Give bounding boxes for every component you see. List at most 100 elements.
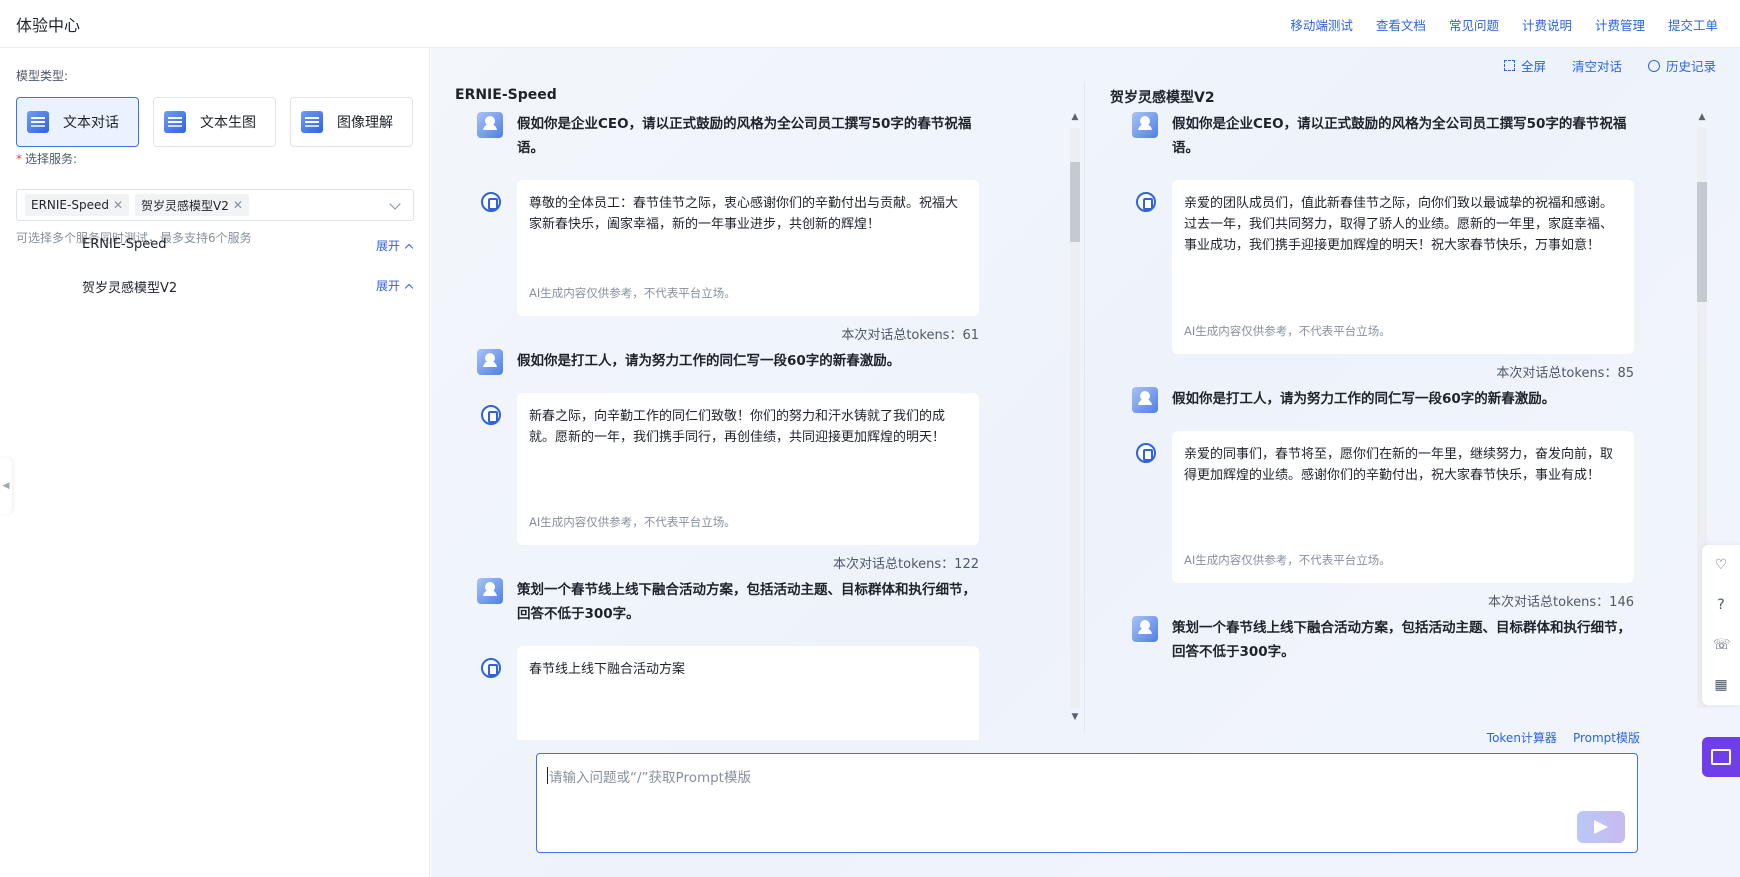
service-name: 贺岁灵感模型V2	[82, 281, 178, 296]
help-icon[interactable]: ?	[1713, 597, 1729, 613]
chat-support-button[interactable]	[1702, 737, 1740, 777]
token-calculator-link[interactable]: Token计算器	[1487, 729, 1557, 746]
close-icon[interactable]: ✕	[233, 198, 243, 212]
chat-toolbar: 全屏 清空对话 历史记录	[1503, 56, 1716, 75]
question-text: 策划一个春节线上线下融合活动方案，包括活动主题、目标群体和执行细节，回答不低于3…	[1172, 620, 1631, 660]
answer-bubble: 春节线上线下融合活动方案	[517, 646, 979, 740]
token-count: 本次对话总tokens：122	[833, 557, 979, 572]
answer-text: 新春之际，向辛勤工作的同仁们致敬！你们的努力和汗水铸就了我们的成就。愿新的一年，…	[529, 409, 946, 445]
answer-text: 春节线上线下融合活动方案	[529, 662, 686, 677]
service-tag-label: ERNIE-Speed	[31, 198, 109, 212]
chat-column-ernie: ERNIE-Speed 假如你是企业CEO，请以正式鼓励的风格为全公司员工撰写5…	[431, 82, 1080, 744]
heart-icon[interactable]: ♡	[1713, 557, 1729, 573]
model-type-text-chat[interactable]: 文本对话	[16, 97, 139, 147]
image-gen-icon	[164, 111, 186, 133]
prompt-input-placeholder: 请输入问题或“/”获取Prompt模版	[547, 766, 751, 786]
chevron-up-icon	[404, 243, 414, 253]
bot-message: 春节线上线下融合活动方案	[431, 646, 1031, 740]
user-avatar-icon	[1132, 387, 1158, 413]
model-type-cards: 文本对话 文本生图 图像理解	[16, 97, 413, 147]
nav-faq[interactable]: 常见问题	[1449, 15, 1499, 34]
model-type-label-text: 文本对话	[63, 115, 119, 131]
disclaimer: AI生成内容仅供参考，不代表平台立场。	[1184, 324, 1391, 338]
composer-links: Token计算器 Prompt模版	[1487, 729, 1640, 746]
fullscreen-icon	[1503, 60, 1515, 71]
service-select[interactable]: ERNIE-Speed ✕ 贺岁灵感模型V2 ✕	[16, 189, 414, 221]
bot-logo-icon	[481, 658, 501, 678]
question-text: 假如你是企业CEO，请以正式鼓励的风格为全公司员工撰写50字的春节祝福语。	[517, 116, 972, 156]
service-row-ernie: ERNIE-Speed 展开	[0, 234, 430, 258]
close-icon[interactable]: ✕	[113, 198, 123, 212]
service-tag: 贺岁灵感模型V2 ✕	[135, 194, 249, 216]
history-label: 历史记录	[1665, 59, 1716, 74]
collapse-sidebar-button[interactable]: ◀	[0, 458, 12, 514]
image-understand-icon	[301, 111, 323, 133]
phone-icon[interactable]: ☏	[1713, 637, 1731, 653]
answer-bubble: 尊敬的全体员工：春节佳节之际，衷心感谢你们的辛勤付出与贡献。祝福大家新春快乐，阖…	[517, 180, 979, 316]
user-message: 策划一个春节线上线下融合活动方案，包括活动主题、目标群体和执行细节，回答不低于3…	[431, 578, 1031, 626]
answer-text: 尊敬的全体员工：春节佳节之际，衷心感谢你们的辛勤付出与贡献。祝福大家新春快乐，阖…	[529, 196, 959, 232]
left-panel: 模型类型: 文本对话 文本生图 图像理解 * 选择服务: ERNIE-Speed ✕…	[0, 48, 430, 877]
clock-icon	[1647, 59, 1660, 72]
question-text: 假如你是打工人，请为努力工作的同仁写一段60字的新春激励。	[517, 353, 901, 369]
column-title: ERNIE-Speed	[455, 87, 557, 103]
model-type-image-understanding[interactable]: 图像理解	[290, 97, 413, 147]
prompt-input[interactable]: 请输入问题或“/”获取Prompt模版	[536, 753, 1638, 853]
page-title: 体验中心	[16, 15, 81, 35]
bot-logo-icon	[1136, 192, 1156, 212]
column-title: 贺岁灵感模型V2	[1110, 90, 1215, 106]
scroll-thumb[interactable]	[1697, 182, 1707, 302]
fullscreen-label: 全屏	[1520, 59, 1546, 74]
token-count: 本次对话总tokens：85	[1496, 366, 1634, 381]
grid-icon[interactable]: ▦	[1713, 677, 1729, 693]
model-type-label-text: 图像理解	[337, 115, 393, 131]
user-avatar-icon	[1132, 112, 1158, 138]
chat-scroll-area[interactable]: 假如你是企业CEO，请以正式鼓励的风格为全公司员工撰写50字的春节祝福语。 亲爱…	[1086, 112, 1686, 740]
send-button[interactable]	[1577, 811, 1625, 843]
answer-bubble: 亲爱的同事们，春节将至，愿你们在新的一年里，继续努力，奋发向前，取得更加辉煌的业…	[1172, 431, 1634, 583]
chat-scroll-area[interactable]: 假如你是企业CEO，请以正式鼓励的风格为全公司员工撰写50字的春节祝福语。 尊敬…	[431, 112, 1031, 740]
scroll-down-icon[interactable]: ▼	[1070, 712, 1080, 722]
answer-bubble: 新春之际，向辛勤工作的同仁们致敬！你们的努力和汗水铸就了我们的成就。愿新的一年，…	[517, 393, 979, 545]
user-avatar-icon	[1132, 616, 1158, 642]
history-button[interactable]: 历史记录	[1647, 56, 1716, 75]
nav-billing-manage[interactable]: 计费管理	[1595, 15, 1645, 34]
prompt-template-link[interactable]: Prompt模版	[1573, 729, 1640, 746]
service-tag-label: 贺岁灵感模型V2	[141, 198, 229, 213]
required-mark: *	[16, 152, 22, 166]
answer-bubble: 亲爱的团队成员们，值此新春佳节之际，向你们致以最诚挚的祝福和感谢。过去一年，我们…	[1172, 180, 1634, 354]
column-divider	[1084, 82, 1085, 732]
disclaimer: AI生成内容仅供参考，不代表平台立场。	[1184, 553, 1391, 567]
expand-label: 展开	[375, 279, 400, 293]
question-text: 假如你是企业CEO，请以正式鼓励的风格为全公司员工撰写50字的春节祝福语。	[1172, 116, 1627, 156]
scrollbar[interactable]: ▲ ▼	[1067, 112, 1081, 724]
main-area: 全屏 清空对话 历史记录 ERNIE-Speed 假如你是企业CEO，请以正式鼓…	[431, 48, 1740, 877]
expand-button[interactable]: 展开	[376, 237, 414, 254]
nav-mobile-test[interactable]: 移动端测试	[1290, 15, 1353, 34]
top-header: 体验中心 移动端测试 查看文档 常见问题 计费说明 计费管理 提交工单	[0, 0, 1740, 48]
model-type-text-to-image[interactable]: 文本生图	[153, 97, 276, 147]
scroll-up-icon[interactable]: ▲	[1070, 112, 1080, 122]
nav-billing-info[interactable]: 计费说明	[1522, 15, 1572, 34]
user-message: 假如你是打工人，请为努力工作的同仁写一段60字的新春激励。	[1086, 387, 1686, 413]
token-count: 本次对话总tokens：61	[841, 328, 979, 343]
user-avatar-icon	[477, 349, 503, 375]
nav-submit-ticket[interactable]: 提交工单	[1668, 15, 1718, 34]
scroll-thumb[interactable]	[1070, 162, 1080, 242]
expand-button[interactable]: 展开	[375, 277, 414, 294]
token-count: 本次对话总tokens：146	[1488, 595, 1634, 610]
nav-docs[interactable]: 查看文档	[1376, 15, 1426, 34]
model-type-label: 模型类型:	[16, 69, 69, 83]
bot-message: 亲爱的团队成员们，值此新春佳节之际，向你们致以最诚挚的祝福和感谢。过去一年，我们…	[1086, 180, 1686, 354]
user-message: 假如你是企业CEO，请以正式鼓励的风格为全公司员工撰写50字的春节祝福语。	[431, 112, 1031, 160]
clear-chat-button[interactable]: 清空对话	[1572, 56, 1622, 75]
user-avatar-icon	[477, 578, 503, 604]
scroll-up-icon[interactable]: ▲	[1697, 112, 1707, 122]
user-message: 假如你是打工人，请为努力工作的同仁写一段60字的新春激励。	[431, 349, 1031, 375]
chevron-left-icon: ◀	[2, 481, 10, 491]
fullscreen-button[interactable]: 全屏	[1503, 56, 1546, 75]
bot-message: 亲爱的同事们，春节将至，愿你们在新的一年里，继续努力，奋发向前，取得更加辉煌的业…	[1086, 431, 1686, 583]
chevron-down-icon[interactable]	[389, 198, 401, 210]
service-name: ERNIE-Speed	[82, 237, 167, 252]
top-nav: 移动端测试 查看文档 常见问题 计费说明 计费管理 提交工单	[1267, 0, 1718, 48]
